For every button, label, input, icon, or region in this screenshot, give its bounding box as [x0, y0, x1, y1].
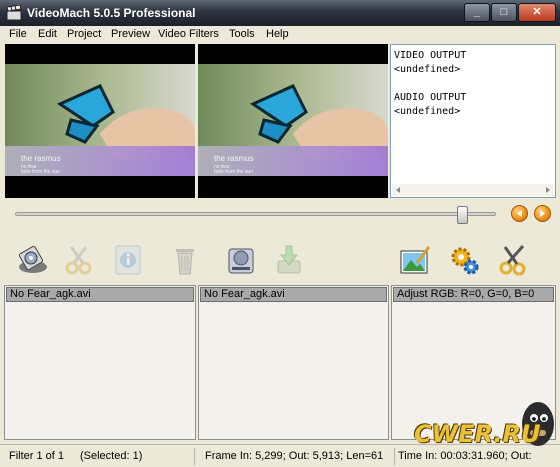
hard-disk-icon — [228, 248, 254, 274]
menu-video-filters[interactable]: Video Filters — [158, 28, 219, 40]
export-button[interactable] — [272, 243, 306, 277]
arrow-right-icon — [540, 210, 545, 217]
window-title: VideoMach 5.0.5 Professional — [27, 6, 196, 20]
menu-help[interactable]: Help — [266, 28, 289, 40]
tools-button[interactable] — [497, 243, 531, 277]
menu-edit[interactable]: Edit — [38, 28, 57, 40]
info-icon — [115, 245, 141, 275]
menu-file[interactable]: File — [9, 28, 27, 40]
input-video-frame: the rasmus no fear fade from the sun — [5, 64, 195, 176]
status-filter-count: Filter 1 of 1 — [9, 450, 65, 462]
trash-icon — [176, 249, 194, 275]
title-bar[interactable]: VideoMach 5.0.5 Professional _ □ ✕ — [0, 0, 560, 26]
gears-icon — [451, 247, 479, 275]
minimize-icon: _ — [473, 6, 481, 18]
settings-button[interactable] — [448, 243, 482, 277]
status-frames: Frame In: 5,299; Out: 5,913; Len=61 — [205, 448, 395, 465]
export-icon — [277, 245, 301, 274]
output-caption-title: the rasmus — [214, 154, 254, 163]
menu-project[interactable]: Project — [67, 28, 101, 40]
output-info-text: VIDEO OUTPUT <undefined> AUDIO OUTPUT <u… — [394, 50, 467, 117]
minimize-button[interactable]: _ — [464, 3, 490, 22]
scroll-right-icon[interactable] — [544, 186, 552, 194]
arrow-left-icon — [517, 210, 522, 217]
menu-bar: File Edit Project Preview Video Filters … — [0, 26, 560, 44]
save-output-button[interactable] — [224, 243, 258, 277]
clapperboard-icon — [6, 5, 22, 21]
maximize-icon: □ — [500, 6, 508, 18]
menu-preview[interactable]: Preview — [111, 28, 150, 40]
next-frame-button[interactable] — [534, 205, 551, 222]
disk-open-icon — [18, 245, 47, 273]
close-icon: ✕ — [532, 6, 542, 18]
input-preview[interactable]: the rasmus no fear fade from the sun — [5, 44, 195, 198]
maximize-button[interactable]: □ — [491, 3, 517, 22]
output-video-frame: the rasmus no fear fade from the sun — [198, 64, 388, 176]
picture-edit-icon — [400, 246, 431, 274]
filter-item[interactable]: Adjust RGB: R=0, G=0, B=0 — [393, 287, 554, 302]
input-caption-title: the rasmus — [21, 154, 61, 163]
close-button[interactable]: ✕ — [518, 3, 556, 22]
watermark-text: CWER.RU — [414, 420, 541, 448]
input-files-panel[interactable] — [4, 285, 196, 440]
edit-image-button[interactable] — [398, 243, 432, 277]
output-files-panel[interactable] — [198, 285, 389, 440]
info-button[interactable] — [112, 243, 146, 277]
delete-button[interactable] — [168, 243, 202, 277]
previous-frame-button[interactable] — [511, 205, 528, 222]
input-file-item[interactable]: No Fear_agk.avi — [6, 287, 194, 302]
watermark-logo: CWER.RU — [400, 398, 558, 464]
menu-tools[interactable]: Tools — [229, 28, 255, 40]
output-file-item[interactable]: No Fear_agk.avi — [200, 287, 387, 302]
output-info-panel[interactable]: VIDEO OUTPUT <undefined> AUDIO OUTPUT <u… — [390, 44, 556, 198]
input-caption-track: fade from the sun — [21, 169, 60, 175]
output-preview[interactable]: the rasmus no fear fade from the sun — [198, 44, 388, 198]
timeline-slider-thumb[interactable] — [456, 206, 468, 224]
output-caption-track: fade from the sun — [214, 169, 253, 175]
scroll-left-icon[interactable] — [394, 186, 402, 194]
timeline-track[interactable] — [15, 212, 496, 216]
open-media-button[interactable] — [16, 243, 50, 277]
status-selected: (Selected: 1) — [80, 448, 195, 465]
horizontal-scrollbar[interactable] — [392, 184, 554, 196]
scissors-icon — [65, 246, 92, 275]
scissors-icon — [499, 245, 526, 276]
cut-button[interactable] — [62, 243, 96, 277]
